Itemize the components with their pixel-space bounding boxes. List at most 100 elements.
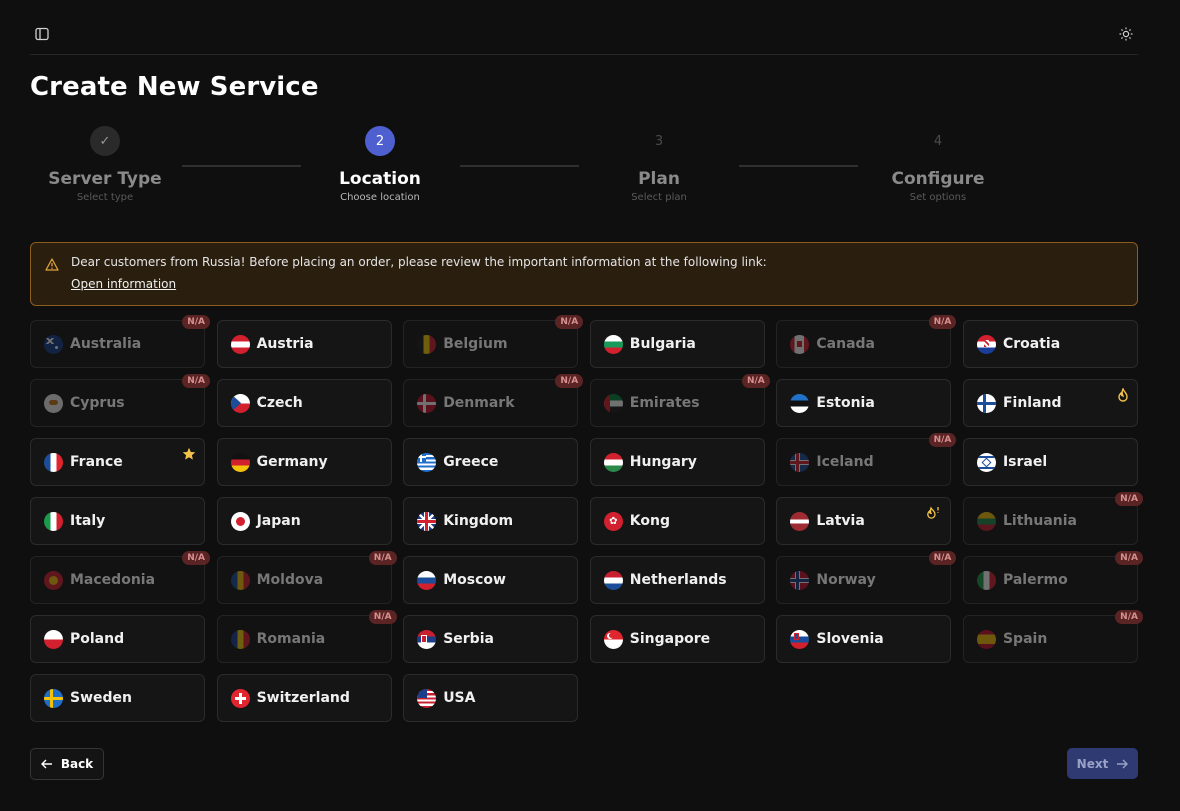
location-card-palermo[interactable]: Palermo N/A bbox=[962, 551, 1143, 604]
sweden-flag-icon bbox=[44, 688, 63, 708]
location-name: Czech bbox=[256, 395, 303, 411]
location-card-moscow[interactable]: Moscow bbox=[403, 556, 579, 604]
location-card-japan[interactable]: Japan bbox=[216, 497, 392, 545]
open-information-link[interactable]: Open information bbox=[71, 277, 176, 291]
location-card-poland[interactable]: Poland bbox=[30, 615, 205, 663]
location-card-denmark[interactable]: Denmark N/A bbox=[403, 374, 584, 427]
sun-icon[interactable] bbox=[1114, 24, 1138, 44]
netherlands-flag-icon bbox=[603, 570, 623, 590]
kong-flag-icon: ✿ bbox=[603, 511, 623, 531]
moldova-flag-icon bbox=[230, 570, 250, 590]
location-name: Kingdom bbox=[443, 513, 514, 529]
serbia-flag-icon bbox=[417, 629, 437, 649]
location-card-croatia[interactable]: Croatia bbox=[962, 320, 1138, 368]
location-card-austria[interactable]: Austria bbox=[216, 320, 392, 368]
bulgaria-flag-icon bbox=[603, 334, 623, 354]
na-badge: N/A bbox=[555, 374, 584, 388]
location-name: Macedonia bbox=[70, 572, 156, 588]
location-card-serbia[interactable]: Serbia bbox=[403, 615, 579, 663]
location-name: Denmark bbox=[443, 395, 515, 411]
location-name: Australia bbox=[70, 336, 142, 352]
location-name: Japan bbox=[256, 513, 301, 529]
location-card-kong[interactable]: ✿ Kong bbox=[589, 497, 765, 545]
location-card-spain[interactable]: Spain N/A bbox=[962, 610, 1143, 663]
location-name: Serbia bbox=[443, 631, 494, 647]
location-card-estonia[interactable]: Estonia bbox=[776, 379, 952, 427]
na-badge: N/A bbox=[1115, 551, 1143, 565]
location-card-australia[interactable]: Australia N/A bbox=[30, 315, 210, 368]
location-card-czech[interactable]: Czech bbox=[216, 379, 392, 427]
location-name: Greece bbox=[443, 454, 499, 470]
na-badge: N/A bbox=[928, 551, 957, 565]
usa-flag-icon bbox=[417, 688, 437, 708]
moscow-flag-icon bbox=[417, 570, 437, 590]
location-card-switzerland[interactable]: Switzerland bbox=[216, 674, 392, 722]
location-card-iceland[interactable]: Iceland N/A bbox=[776, 433, 957, 486]
location-card-france[interactable]: France bbox=[30, 438, 205, 486]
step-location[interactable]: 2 Location Choose location bbox=[305, 126, 455, 203]
star-icon bbox=[182, 447, 196, 465]
russia-notice-alert: Dear customers from Russia! Before placi… bbox=[30, 242, 1138, 306]
location-name: Spain bbox=[1002, 631, 1048, 647]
location-card-slovenia[interactable]: Slovenia bbox=[776, 615, 952, 663]
na-badge: N/A bbox=[368, 551, 397, 565]
location-name: Estonia bbox=[816, 395, 875, 411]
location-card-norway[interactable]: Norway N/A bbox=[776, 551, 957, 604]
next-button[interactable]: Next bbox=[1067, 748, 1138, 779]
location-card-singapore[interactable]: Singapore bbox=[589, 615, 765, 663]
denmark-flag-icon bbox=[417, 393, 437, 413]
location-name: Lithuania bbox=[1002, 513, 1077, 529]
greece-flag-icon bbox=[417, 452, 437, 472]
arrow-right-icon bbox=[1116, 759, 1129, 769]
australia-flag-icon bbox=[44, 334, 63, 354]
location-grid: Australia N/A Austria Belgium N/A Bulgaria Can… bbox=[30, 315, 1143, 722]
location-card-moldova[interactable]: Moldova N/A bbox=[216, 551, 397, 604]
location-card-netherlands[interactable]: Netherlands bbox=[589, 556, 765, 604]
location-name: Iceland bbox=[816, 454, 874, 470]
na-badge: N/A bbox=[1115, 610, 1143, 624]
location-name: Germany bbox=[256, 454, 328, 470]
location-name: Romania bbox=[256, 631, 326, 647]
step-number: 2 bbox=[365, 126, 395, 156]
emirates-flag-icon bbox=[603, 393, 623, 413]
location-card-lithuania[interactable]: Lithuania N/A bbox=[962, 492, 1143, 545]
singapore-flag-icon bbox=[603, 629, 623, 649]
location-card-hungary[interactable]: Hungary bbox=[589, 438, 765, 486]
step-label: Location bbox=[339, 169, 421, 189]
iceland-flag-icon bbox=[790, 452, 810, 472]
na-badge: N/A bbox=[1115, 492, 1143, 506]
na-badge: N/A bbox=[555, 315, 584, 329]
spain-flag-icon bbox=[976, 629, 996, 649]
step-configure[interactable]: 4 Configure Set options bbox=[863, 126, 1013, 204]
location-card-sweden[interactable]: Sweden bbox=[30, 674, 205, 722]
step-plan[interactable]: 3 Plan Select plan bbox=[584, 126, 734, 204]
location-card-romania[interactable]: Romania N/A bbox=[216, 610, 397, 663]
sidebar-toggle-icon[interactable] bbox=[30, 24, 54, 44]
na-badge: N/A bbox=[368, 610, 397, 624]
estonia-flag-icon bbox=[790, 393, 810, 413]
location-card-canada[interactable]: Canada N/A bbox=[776, 315, 957, 368]
location-card-macedonia[interactable]: Macedonia N/A bbox=[30, 551, 210, 604]
step-server-type[interactable]: ✓ Server Type Select type bbox=[30, 126, 180, 203]
location-card-emirates[interactable]: Emirates N/A bbox=[589, 374, 770, 427]
croatia-flag-icon bbox=[976, 334, 996, 354]
location-card-bulgaria[interactable]: Bulgaria bbox=[589, 320, 765, 368]
location-card-latvia[interactable]: Latvia bbox=[776, 497, 952, 545]
step-sublabel: Set options bbox=[909, 192, 967, 203]
location-name: Canada bbox=[816, 336, 875, 352]
location-card-cyprus[interactable]: Cyprus N/A bbox=[30, 374, 210, 427]
location-card-israel[interactable]: Israel bbox=[962, 438, 1138, 486]
na-badge: N/A bbox=[928, 433, 957, 447]
back-button[interactable]: Back bbox=[30, 748, 104, 780]
location-name: Bulgaria bbox=[629, 336, 696, 352]
location-card-usa[interactable]: USA bbox=[403, 674, 579, 722]
location-card-greece[interactable]: Greece bbox=[403, 438, 579, 486]
location-card-kingdom[interactable]: Kingdom bbox=[403, 497, 579, 545]
back-label: Back bbox=[60, 757, 94, 771]
location-card-germany[interactable]: Germany bbox=[216, 438, 392, 486]
location-card-italy[interactable]: Italy bbox=[30, 497, 205, 545]
location-name: USA bbox=[443, 690, 476, 706]
location-card-finland[interactable]: Finland bbox=[962, 379, 1138, 427]
stepper: ✓ Server Type Select type 2 Location Cho… bbox=[30, 126, 1138, 216]
location-card-belgium[interactable]: Belgium N/A bbox=[403, 315, 584, 368]
